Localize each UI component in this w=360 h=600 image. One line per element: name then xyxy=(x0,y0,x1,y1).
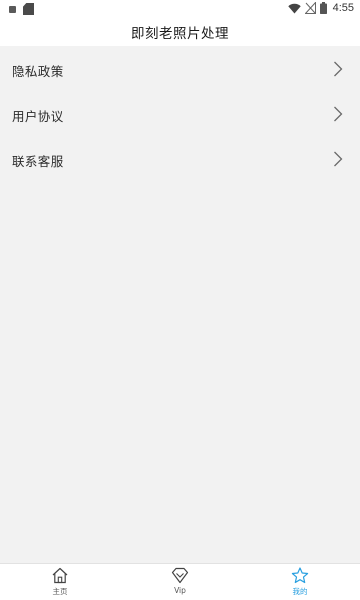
bottom-nav: 主页 Vip 我的 xyxy=(0,563,360,600)
title-bar: 即刻老照片处理 xyxy=(0,18,360,46)
battery-icon xyxy=(319,2,327,14)
status-bar-left xyxy=(9,3,34,15)
chevron-right-icon xyxy=(334,106,343,122)
tab-vip[interactable]: Vip xyxy=(150,564,210,600)
status-bar-right: 4:55 xyxy=(287,2,354,14)
menu-item-label: 用户协议 xyxy=(12,109,64,124)
tab-label: 主页 xyxy=(52,587,68,596)
notification-icon xyxy=(9,5,16,13)
menu-item-user-agreement[interactable]: 用户协议 xyxy=(0,91,360,136)
status-bar: 4:55 xyxy=(0,0,360,18)
chevron-right-icon xyxy=(334,151,343,167)
diamond-icon xyxy=(171,567,189,584)
tab-label: 我的 xyxy=(292,587,308,596)
page-title: 即刻老照片处理 xyxy=(131,26,229,42)
menu-item-label: 隐私政策 xyxy=(12,64,64,79)
star-icon xyxy=(291,567,309,584)
tab-home[interactable]: 主页 xyxy=(30,564,90,600)
status-time: 4:55 xyxy=(332,2,354,14)
menu-item-label: 联系客服 xyxy=(12,154,64,169)
chevron-right-icon xyxy=(334,61,343,77)
tab-label: Vip xyxy=(174,586,186,595)
menu-item-contact-support[interactable]: 联系客服 xyxy=(0,136,360,181)
tab-mine[interactable]: 我的 xyxy=(270,564,330,600)
settings-menu: 隐私政策 用户协议 联系客服 xyxy=(0,46,360,181)
sd-card-icon xyxy=(23,3,34,15)
no-signal-icon xyxy=(304,2,316,14)
wifi-icon xyxy=(287,3,301,14)
menu-item-privacy-policy[interactable]: 隐私政策 xyxy=(0,46,360,91)
app-screen: 4:55 即刻老照片处理 隐私政策 用户协议 联系客服 主页 Vip 我的 xyxy=(0,0,360,600)
home-icon xyxy=(52,567,68,584)
